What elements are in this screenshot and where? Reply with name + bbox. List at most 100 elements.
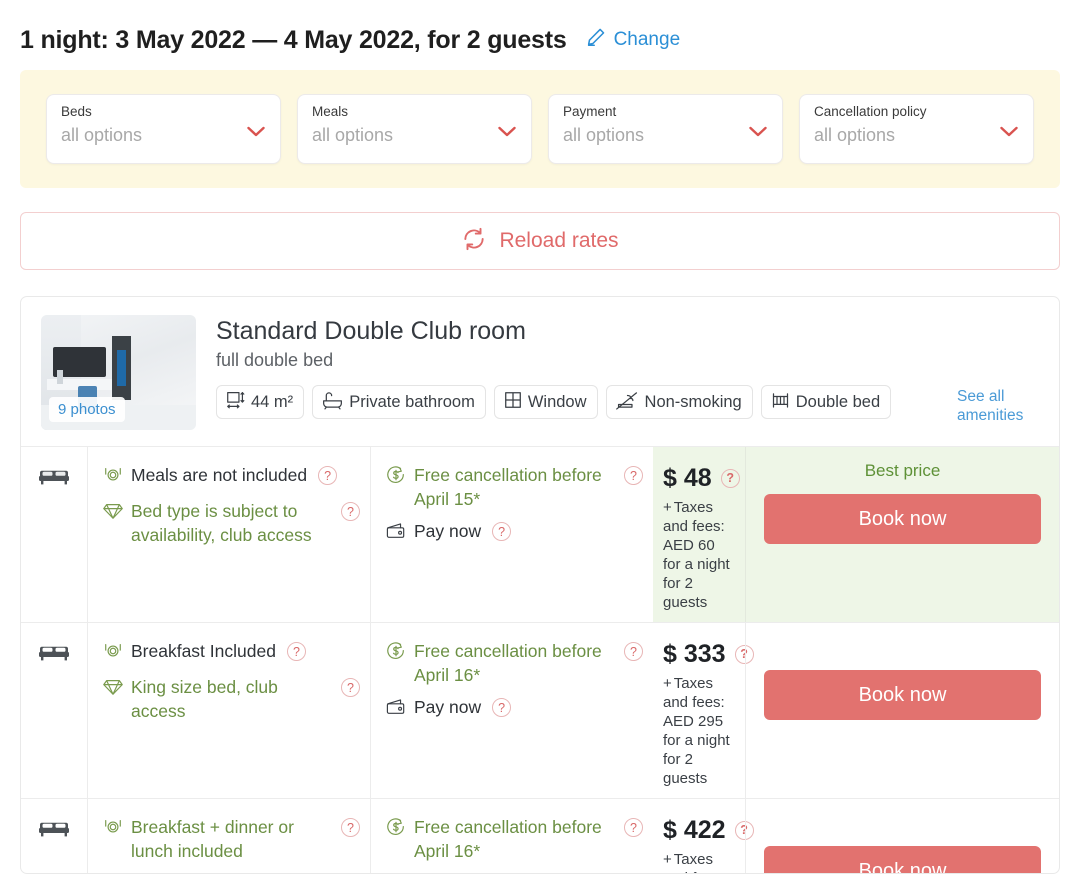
chevron-down-icon[interactable] [748,125,768,143]
bed-rail-icon [770,390,791,415]
payment-help-icon[interactable]: ? [492,698,512,717]
bed-line-label: King size bed, club access [131,871,330,873]
cancellation-help-icon[interactable]: ? [624,466,643,485]
payment-line: Pay now ? [385,695,643,722]
filter-meals-label: Meals [312,104,349,119]
reload-rates-button[interactable]: Reload rates [20,212,1060,270]
meal-help-icon[interactable]: ? [341,818,360,837]
amenity-room-size: 44 m² [216,385,305,419]
chevron-down-icon[interactable] [497,125,517,143]
book-now-button[interactable]: Book now [764,670,1041,720]
fees-label: Taxes and fees: [663,675,725,711]
rate-book-cell: Book now 抛因特达人 [745,799,1059,873]
price-help-icon[interactable]: ? [720,468,740,488]
rate-row: Meals are not included ? Bed type is sub… [21,446,1059,622]
price-amount-wrap: $ 422 ? [663,815,754,845]
diamond-icon [102,501,124,526]
rate-cancellation-cell: Free cancellation before April 16* ? Pay… [370,799,653,874]
diamond-icon [102,873,124,874]
rate-book-cell: Best price Book now [745,447,1059,622]
amenities-row: 44 m² Private bathroom Window Non-smokin… [216,385,1039,425]
fees-label: Taxes and fees: [663,851,725,873]
amenity-double-bed-label: Double bed [795,392,881,411]
change-dates-button[interactable]: Change [585,26,680,54]
bed-help-icon[interactable]: ? [341,678,360,697]
room-card: 9 photos Standard Double Club room full … [20,296,1060,874]
filter-beds[interactable]: Beds all options [46,94,281,164]
rate-price-cell: $ 422 ? +Taxes and fees: AED 369 for a n… [653,799,754,873]
badge-spacer [764,813,1041,846]
meal-line-label: Breakfast Included [131,641,276,661]
cancellation-line: Free cancellation before April 15* ? [385,463,643,511]
amenity-window: Window [493,385,598,419]
filter-cancellation-label: Cancellation policy [814,104,927,119]
filter-payment[interactable]: Payment all options [548,94,783,164]
payment-line-label: Pay now [414,871,481,873]
cutlery-plate-icon [102,817,124,843]
room-subtitle: full double bed [216,350,334,370]
cancellation-help-icon[interactable]: ? [624,818,643,837]
room-photo-thumbnail[interactable]: 9 photos [41,315,196,430]
bed-icon [38,465,70,492]
no-smoking-icon [615,390,640,415]
meal-line: Breakfast + dinner or lunch included ? [102,815,360,863]
amenity-double-bed: Double bed [760,385,892,419]
fees-prefix: + [663,851,672,868]
rate-meal-cell: Meals are not included ? Bed type is sub… [87,447,370,622]
bed-line-label: King size bed, club access [131,677,278,721]
bed-icon [38,641,70,668]
meal-line-label: Meals are not included [131,465,308,485]
photo-shape-lamp [56,370,63,384]
fees-prefix: + [663,499,672,516]
amenity-private-bathroom-label: Private bathroom [349,392,475,411]
filter-beds-label: Beds [61,104,92,119]
price-amount: $ 48 [663,464,712,492]
meal-help-icon[interactable]: ? [318,466,338,485]
rate-meal-cell: Breakfast Included ? King size bed, club… [87,623,370,798]
room-rates-page: 1 night: 3 May 2022 — 4 May 2022, for 2 … [0,0,1080,894]
amenity-private-bathroom: Private bathroom [312,385,486,419]
rate-row: Breakfast + dinner or lunch included ? K… [21,798,1059,874]
payment-line-label: Pay now [414,521,482,541]
filter-cancellation-policy[interactable]: Cancellation policy all options [799,94,1034,164]
refresh-icon [461,226,487,257]
amenity-non-smoking: Non-smoking [605,385,753,419]
fees-period: for a night [663,732,730,749]
rate-meal-cell: Breakfast + dinner or lunch included ? K… [87,799,370,874]
rate-price-cell: $ 48 ? + Taxes and fees: AED 60 for a nig… [653,447,745,622]
cancellation-line: Free cancellation before April 16* ? [385,815,643,863]
cancellation-line-label: Free cancellation before April 16* [414,817,602,861]
stay-header: 1 night: 3 May 2022 — 4 May 2022, for 2 … [0,0,1080,60]
room-size-icon [225,390,246,414]
page-title: 1 night: 3 May 2022 — 4 May 2022, for 2 … [20,25,567,54]
book-now-button[interactable]: Book now [764,494,1041,544]
bed-line-label: Bed type is subject to availability, clu… [131,501,312,545]
price-amount: $ 333 [663,640,726,668]
payment-help-icon[interactable]: ? [492,522,512,541]
wallet-icon [385,521,407,546]
money-back-icon [385,817,407,844]
amenity-non-smoking-label: Non-smoking [644,392,742,411]
fees-guests: for 2 guests [663,751,708,787]
meal-line: Meals are not included ? [102,463,360,491]
bed-help-icon[interactable]: ? [341,502,360,521]
status-badge: Best price [864,461,941,480]
room-info: Standard Double Club room full double be… [216,315,1039,430]
book-now-button[interactable]: Book now [764,846,1041,873]
see-all-amenities-link[interactable]: See all amenities [957,385,1039,425]
filter-meals[interactable]: Meals all options [297,94,532,164]
meal-help-icon[interactable]: ? [286,642,306,661]
amenity-window-label: Window [527,392,587,411]
bathtub-icon [321,390,344,415]
wallet-icon [385,873,407,874]
bed-line: King size bed, club access ? [102,871,360,874]
chevron-down-icon[interactable] [999,125,1019,143]
payment-line: Pay now ? [385,871,643,874]
fees-guests: for 2 guests [663,575,708,611]
photos-count-badge[interactable]: 9 photos [49,397,125,422]
chevron-down-icon[interactable] [246,125,266,143]
photo-shape-door-accent [116,349,127,387]
pencil-icon [585,26,607,54]
meal-line-label: Breakfast + dinner or lunch included [131,817,294,861]
cancellation-help-icon[interactable]: ? [624,642,643,661]
